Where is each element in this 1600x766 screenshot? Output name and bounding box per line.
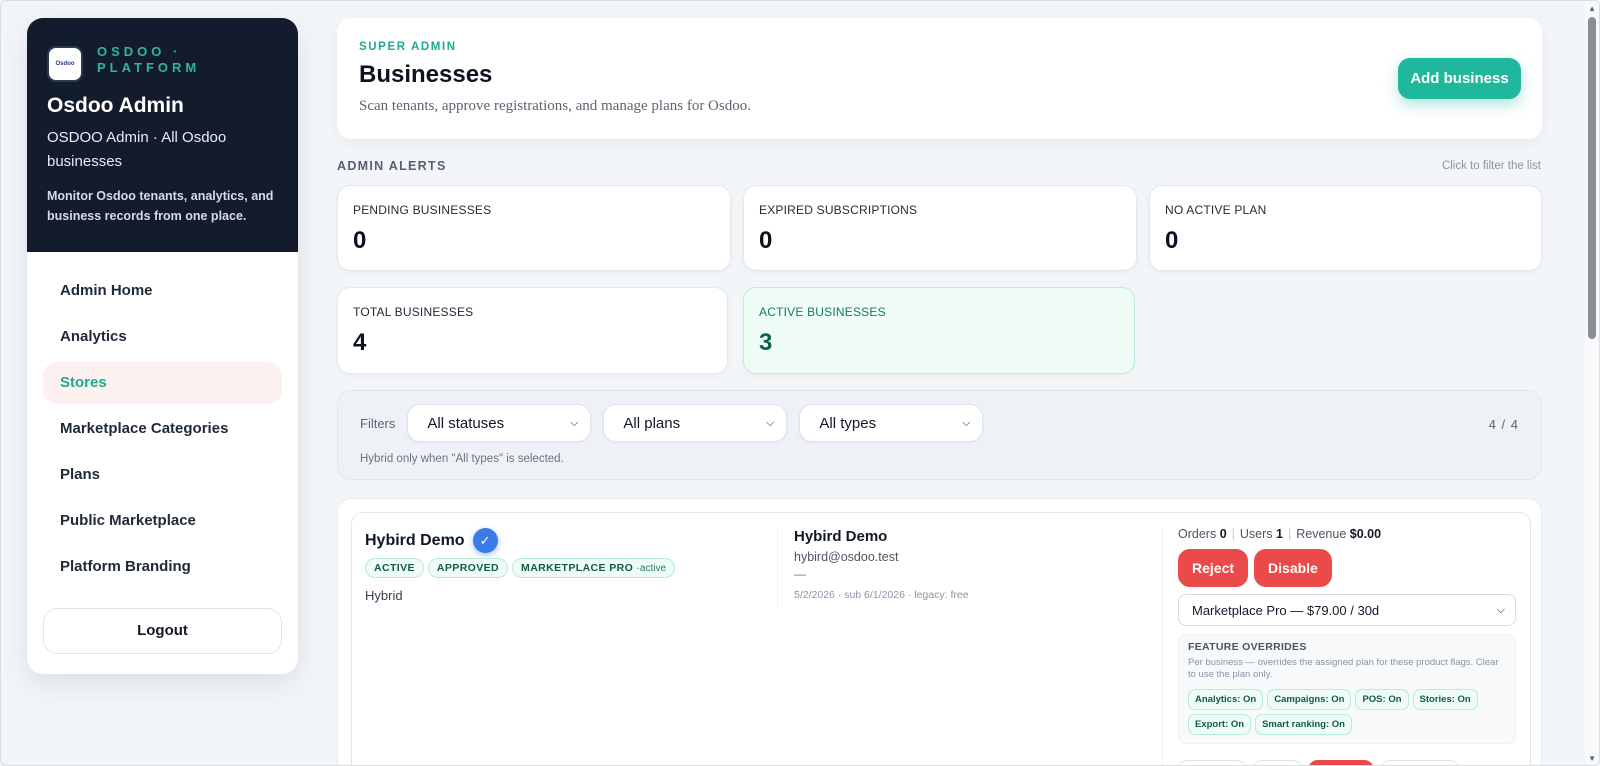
business-name: Hybird Demo <box>365 531 465 549</box>
scrollbar-thumb[interactable] <box>1588 17 1596 339</box>
stat-pending-businesses[interactable]: PENDING BUSINESSES 0 <box>337 185 731 271</box>
page-eyebrow: SUPER ADMIN <box>359 41 457 53</box>
subscription-meta: 5/2/2026 · sub 6/1/2026 · legacy: free <box>794 589 969 601</box>
stat-active-businesses[interactable]: ACTIVE BUSINESSES 3 <box>743 287 1135 374</box>
secondary-action-button[interactable] <box>1252 760 1302 765</box>
approval-badge: APPROVED <box>427 558 509 578</box>
overrides-description: Per business — overrides the assigned pl… <box>1188 657 1499 680</box>
scroll-down-arrow-icon[interactable]: ▼ <box>1588 754 1596 763</box>
reject-button[interactable]: Reject <box>1178 549 1249 587</box>
filters-label: Filters <box>360 415 396 431</box>
column-divider <box>777 528 778 608</box>
admin-alerts-label: ADMIN ALERTS <box>337 159 447 173</box>
override-chip-pos[interactable]: POS: On <box>1355 689 1409 710</box>
override-chip-campaigns[interactable]: Campaigns: On <box>1267 689 1352 710</box>
secondary-action-button[interactable] <box>1380 760 1460 765</box>
disable-button[interactable]: Disable <box>1254 549 1332 587</box>
override-chip-export[interactable]: Export: On <box>1188 714 1252 735</box>
revenue-amount: $0.00 <box>1349 527 1382 541</box>
osdoo-logo: Osdoo <box>47 46 83 82</box>
override-chip-stories[interactable]: Stories: On <box>1412 689 1478 710</box>
sidebar-nav: Admin Home Analytics Stores Marketplace … <box>27 252 298 588</box>
stat-value: 4 <box>353 329 367 356</box>
overrides-title: FEATURE OVERRIDES <box>1188 641 1307 653</box>
chevron-down-icon: ⌵ <box>1496 603 1505 616</box>
stat-label: EXPIRED SUBSCRIPTIONS <box>759 203 918 217</box>
stat-value: 0 <box>353 227 367 254</box>
plan-filter-value: All plans <box>623 414 681 432</box>
override-chip-smart-ranking[interactable]: Smart ranking: On <box>1255 714 1352 735</box>
stat-expired-subscriptions[interactable]: EXPIRED SUBSCRIPTIONS 0 <box>743 185 1137 271</box>
business-list: Hybird Demo ✓ ACTIVE APPROVED MARKETPLAC… <box>337 498 1542 765</box>
sidebar-item-stores[interactable]: Stores <box>43 362 282 404</box>
admin-alerts-hint: Click to filter the list <box>1441 160 1541 172</box>
type-filter-value: All types <box>819 414 877 432</box>
status-badge: ACTIVE <box>365 558 424 578</box>
logout-button[interactable]: Logout <box>43 608 282 654</box>
sidebar: Osdoo OSDOO · PLATFORM Osdoo Admin OSDOO… <box>27 18 298 674</box>
brand-tag: OSDOO · PLATFORM <box>97 44 201 75</box>
status-filter-value: All statuses <box>427 414 505 432</box>
add-business-button[interactable]: Add business <box>1398 58 1521 99</box>
sidebar-item-plans[interactable]: Plans <box>43 454 282 496</box>
owner-name: Hybird Demo <box>794 528 888 545</box>
sidebar-title: Osdoo Admin <box>47 94 184 117</box>
plan-assign-value: Marketplace Pro — $79.00 / 30d <box>1192 602 1380 618</box>
stat-value: 0 <box>1165 227 1179 254</box>
feature-overrides: FEATURE OVERRIDES Per business — overrid… <box>1178 634 1516 744</box>
sidebar-item-marketplace-categories[interactable]: Marketplace Categories <box>43 408 282 450</box>
stat-no-active-plan[interactable]: NO ACTIVE PLAN 0 <box>1149 185 1542 271</box>
owner-phone: — <box>794 567 806 581</box>
column-divider <box>1162 528 1163 765</box>
orders-count: 0 <box>1219 527 1227 541</box>
business-card: Hybird Demo ✓ ACTIVE APPROVED MARKETPLAC… <box>351 512 1531 765</box>
owner-email: hybird@osdoo.test <box>794 550 899 564</box>
filters-note: Hybrid only when "All types" is selected… <box>360 453 564 465</box>
business-type: Hybrid <box>365 588 403 603</box>
danger-action-button[interactable] <box>1308 760 1374 765</box>
verified-check-icon: ✓ <box>472 528 498 553</box>
stat-label: NO ACTIVE PLAN <box>1165 203 1267 217</box>
page-subtitle: Scan tenants, approve registrations, and… <box>359 98 751 114</box>
override-chip-analytics[interactable]: Analytics: On <box>1188 689 1264 710</box>
chevron-down-icon: ⌵ <box>570 416 579 429</box>
plan-badge: MARKETPLACE PRO ·active <box>512 558 675 578</box>
secondary-action-button[interactable] <box>1178 760 1246 765</box>
plan-filter-select[interactable]: All plans ⌵ <box>603 404 788 442</box>
chevron-down-icon: ⌵ <box>766 416 775 429</box>
status-filter-select[interactable]: All statuses ⌵ <box>407 404 592 442</box>
business-actions: Orders 0 | Users 1 | Revenue $0.00 Reject Di… <box>1178 527 1516 765</box>
owner-info: Hybird Demo hybird@osdoo.test — 5/2/2026… <box>794 528 1154 601</box>
app-window: Osdoo OSDOO · PLATFORM Osdoo Admin OSDOO… <box>0 0 1600 766</box>
sidebar-item-admin-home[interactable]: Admin Home <box>43 270 282 312</box>
sidebar-item-analytics[interactable]: Analytics <box>43 316 282 358</box>
chevron-down-icon: ⌵ <box>962 416 971 429</box>
stat-total-businesses[interactable]: TOTAL BUSINESSES 4 <box>337 287 728 374</box>
plan-state: ·active <box>636 563 666 574</box>
sidebar-item-platform-branding[interactable]: Platform Branding <box>43 546 282 588</box>
plan-assign-select[interactable]: Marketplace Pro — $79.00 / 30d ⌵ <box>1178 594 1516 626</box>
stat-label: PENDING BUSINESSES <box>353 203 492 217</box>
type-filter-select[interactable]: All types ⌵ <box>799 404 984 442</box>
stat-label: ACTIVE BUSINESSES <box>759 305 886 319</box>
scroll-up-arrow-icon[interactable]: ▲ <box>1588 4 1596 13</box>
users-count: 1 <box>1276 527 1283 541</box>
page-header: SUPER ADMIN Businesses Scan tenants, app… <box>337 18 1542 139</box>
sidebar-item-public-marketplace[interactable]: Public Marketplace <box>43 500 282 542</box>
page-title: Businesses <box>359 61 493 88</box>
vertical-scrollbar[interactable]: ▲ ▼ <box>1585 1 1599 765</box>
sidebar-description: Monitor Osdoo tenants, analytics, and bu… <box>47 189 274 223</box>
stat-value: 3 <box>759 329 773 356</box>
filters-panel: Filters All statuses ⌵ All plans ⌵ All t… <box>337 390 1542 480</box>
business-metrics: Orders 0 | Users 1 | Revenue $0.00 <box>1178 527 1382 541</box>
stat-label: TOTAL BUSINESSES <box>353 305 474 319</box>
business-info: Hybird Demo ✓ ACTIVE APPROVED MARKETPLAC… <box>365 528 765 603</box>
sidebar-subtitle: OSDOO Admin · All Osdoo businesses <box>47 129 227 170</box>
stat-value: 0 <box>759 227 773 254</box>
sidebar-header: Osdoo OSDOO · PLATFORM Osdoo Admin OSDOO… <box>27 18 298 252</box>
results-count: 4 / 4 <box>1488 417 1519 432</box>
